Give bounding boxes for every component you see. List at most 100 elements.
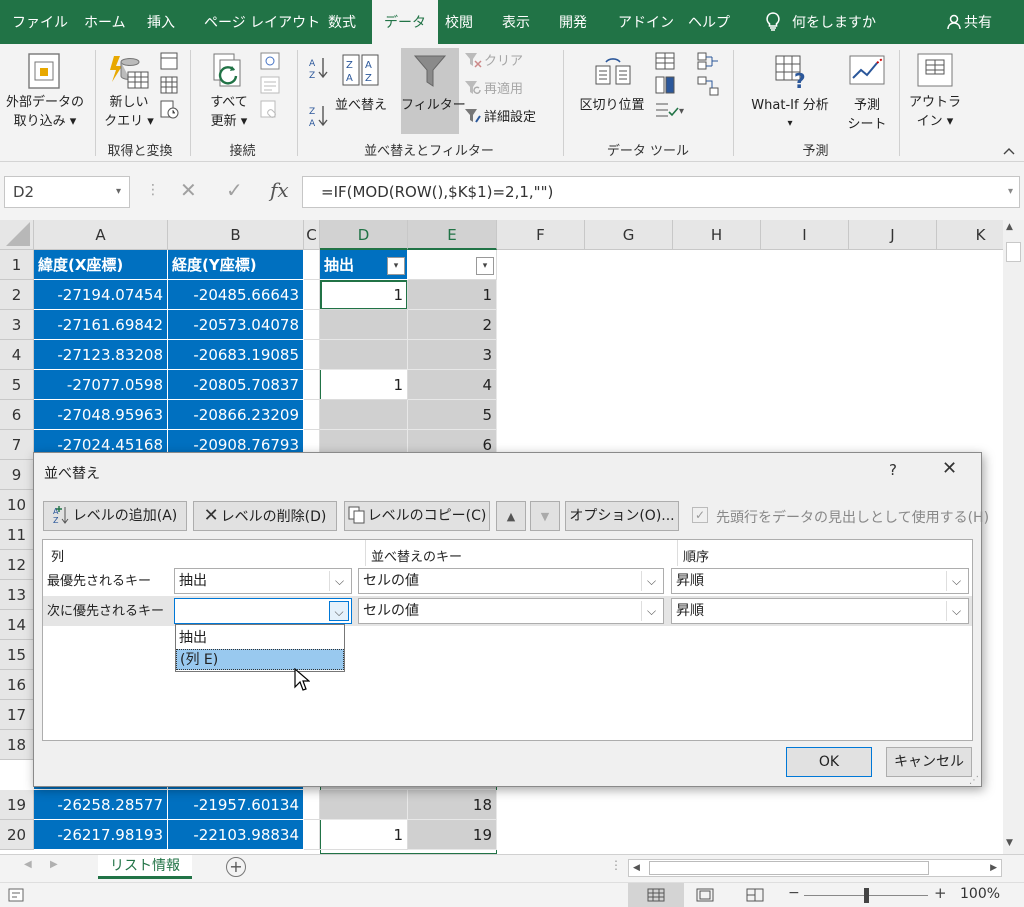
data-validation-icon[interactable]: ▾	[655, 100, 685, 122]
cell-c[interactable]	[304, 820, 320, 850]
tab-formulas[interactable]: 数式	[316, 0, 368, 44]
scroll-thumb[interactable]	[1006, 242, 1021, 262]
filter-dropdown-icon[interactable]: ▾	[387, 257, 405, 275]
move-up-button[interactable]: ▲	[496, 501, 526, 531]
relationships-icon[interactable]	[697, 76, 719, 96]
cell-latitude[interactable]: -27194.07454	[34, 280, 168, 310]
row-header[interactable]: 20	[0, 820, 34, 850]
cell-extract[interactable]	[320, 340, 408, 370]
cell-c[interactable]	[304, 400, 320, 430]
row-header[interactable]: 17	[0, 700, 34, 730]
cell-latitude[interactable]: -26258.28577	[34, 790, 168, 820]
zoom-out-icon[interactable]: −	[788, 885, 800, 901]
zoom-slider-thumb[interactable]	[864, 888, 869, 903]
copy-level-button[interactable]: レベルのコピー(C)	[344, 501, 490, 531]
dropdown-option[interactable]: 抽出	[176, 628, 344, 648]
filter-button[interactable]: フィルター	[401, 48, 466, 134]
cell-e[interactable]: 18	[408, 790, 497, 820]
cell-longitude[interactable]: -20485.66643	[168, 280, 304, 310]
row-header[interactable]: 4	[0, 340, 34, 370]
level-1-order-select[interactable]: 昇順 ⌵	[671, 568, 969, 594]
cell-e[interactable]: 19	[408, 820, 497, 850]
consolidate-icon[interactable]	[697, 52, 719, 70]
collapse-ribbon-icon[interactable]	[1002, 146, 1016, 156]
column-header-b[interactable]: B	[168, 220, 304, 250]
text-to-columns-button[interactable]: 区切り位置	[574, 48, 650, 132]
tell-me-box[interactable]: 何をしますか	[752, 0, 888, 44]
ok-button[interactable]: OK	[786, 747, 872, 777]
row-header[interactable]: 11	[0, 520, 34, 550]
next-sheet-icon[interactable]: ▶	[50, 859, 58, 870]
row-header[interactable]: 12	[0, 550, 34, 580]
column-header-g[interactable]: G	[585, 220, 673, 250]
share-button[interactable]: 共有	[934, 0, 1004, 44]
advanced-filter-button[interactable]: 詳細設定	[464, 108, 554, 127]
flash-fill-icon[interactable]	[655, 52, 675, 70]
cell-e[interactable]: 1	[408, 280, 497, 310]
level-2-column-select[interactable]: ⌵	[174, 598, 352, 624]
filter-dropdown-icon[interactable]: ▾	[476, 257, 494, 275]
cell-c[interactable]	[304, 310, 320, 340]
cell-e[interactable]: 5	[408, 400, 497, 430]
row-header[interactable]: 10	[0, 490, 34, 520]
cell-latitude[interactable]: -26217.98193	[34, 820, 168, 850]
close-icon[interactable]: ✕	[942, 458, 957, 479]
tab-view[interactable]: 表示	[490, 0, 542, 44]
header-checkbox[interactable]: ✓	[692, 507, 708, 523]
outline-button[interactable]: アウトラ イン ▾	[906, 48, 964, 132]
column-header-h[interactable]: H	[673, 220, 761, 250]
what-if-analysis-button[interactable]: ? What-If 分析 ▾	[740, 48, 840, 132]
cell-e[interactable]: 3	[408, 340, 497, 370]
row-header[interactable]: 19	[0, 790, 34, 820]
cell-latitude[interactable]: -27123.83208	[34, 340, 168, 370]
row-header[interactable]: 5	[0, 370, 34, 400]
cell-d1[interactable]: 抽出 ▾	[320, 250, 408, 280]
cell-longitude[interactable]: -20866.23209	[168, 400, 304, 430]
cell-latitude[interactable]: -27077.0598	[34, 370, 168, 400]
tab-help[interactable]: ヘルプ	[676, 0, 742, 44]
cell-e1[interactable]: ▾	[408, 250, 497, 280]
level-2-order-select[interactable]: 昇順 ⌵	[671, 598, 969, 624]
cell-e[interactable]: 4	[408, 370, 497, 400]
row-header[interactable]: 16	[0, 670, 34, 700]
resize-grip-icon[interactable]: ⋰	[969, 775, 979, 786]
cell-e[interactable]: 2	[408, 310, 497, 340]
remove-duplicates-icon[interactable]	[655, 76, 675, 96]
macro-record-icon[interactable]	[8, 888, 24, 902]
tab-data[interactable]: データ	[372, 0, 438, 44]
row-header[interactable]: 6	[0, 400, 34, 430]
cell-longitude[interactable]: -20683.19085	[168, 340, 304, 370]
column-header-c[interactable]: C	[304, 220, 320, 250]
cell-c[interactable]	[304, 340, 320, 370]
confirm-entry-icon[interactable]: ✓	[226, 178, 243, 202]
clear-filter-button[interactable]: クリア	[464, 52, 544, 71]
column-header-f[interactable]: F	[497, 220, 585, 250]
sort-button[interactable]: ZAAZ 並べ替え	[332, 48, 390, 132]
column-header-k[interactable]: K	[937, 220, 1003, 250]
cell-b1[interactable]: 経度(Y座標)	[168, 250, 304, 280]
tab-page-layout[interactable]: ページ レイアウト	[192, 0, 332, 44]
sort-descending-icon[interactable]: ZA	[308, 104, 330, 128]
cell-latitude[interactable]: -27161.69842	[34, 310, 168, 340]
tab-addins[interactable]: アドイン	[606, 0, 686, 44]
select-all-corner[interactable]	[0, 220, 34, 250]
delete-level-button[interactable]: ✕ レベルの削除(D)	[193, 501, 337, 531]
add-sheet-icon[interactable]: +	[226, 857, 246, 877]
help-button[interactable]: ?	[889, 461, 897, 479]
hscroll-thumb[interactable]	[649, 861, 929, 875]
recent-sources-icon[interactable]	[160, 100, 180, 120]
insert-function-icon[interactable]: fx	[270, 178, 289, 202]
row-header[interactable]: 2	[0, 280, 34, 310]
horizontal-scrollbar[interactable]: ◀ ▶	[628, 859, 1002, 877]
scroll-down-icon[interactable]: ▼	[1006, 838, 1013, 848]
options-button[interactable]: オプション(O)...	[565, 501, 679, 531]
tab-developer[interactable]: 開発	[547, 0, 599, 44]
cancel-entry-icon[interactable]: ✕	[180, 178, 197, 202]
cell-longitude[interactable]: -22103.98834	[168, 820, 304, 850]
cell-c[interactable]	[304, 370, 320, 400]
column-header-j[interactable]: J	[849, 220, 937, 250]
cell-extract[interactable]	[320, 310, 408, 340]
scroll-right-icon[interactable]: ▶	[990, 860, 997, 876]
expand-formula-icon[interactable]: ▾	[1008, 177, 1013, 207]
level-1-column-select[interactable]: 抽出 ⌵	[174, 568, 352, 594]
